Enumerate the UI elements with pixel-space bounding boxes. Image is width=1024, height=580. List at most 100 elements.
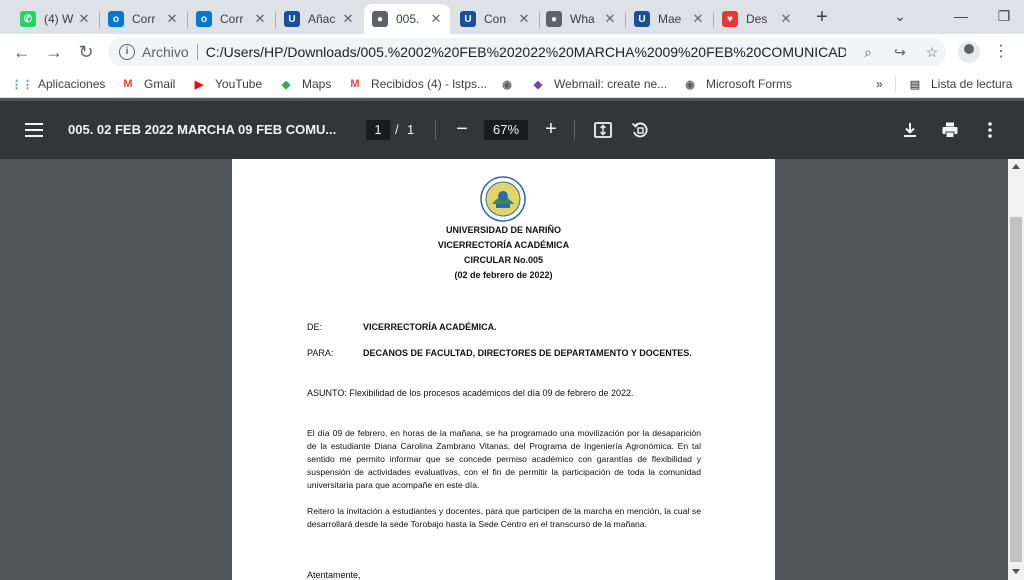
bookmark-label: Gmail <box>144 77 176 91</box>
bookmark-item[interactable]: ▶ YouTube <box>191 76 262 92</box>
fit-to-page-icon[interactable] <box>593 120 613 140</box>
tab-strip: ✆ (4) W ✕ o Corr ✕ o Corr ✕ U Añac ✕ ● 005. ✕ U Con ✕ ● Wha… <box>0 0 1024 34</box>
menu-icon[interactable] <box>25 123 43 137</box>
profile-avatar[interactable] <box>958 41 980 63</box>
pdf-toolbar: 005. 02 FEB 2022 MARCHA 09 FEB COMU... 1… <box>0 101 1024 159</box>
address-bar[interactable]: i Archivo C:/Users/HP/Downloads/005.%200… <box>108 38 946 66</box>
tab-label: (4) W <box>44 12 74 26</box>
bookmark-item[interactable]: ⋮⋮ Aplicaciones <box>11 76 106 92</box>
bookmark-item[interactable]: M Recibidos (4) - lstps... <box>347 76 487 92</box>
doc-department: VICERRECTORÍA ACADÉMICA <box>437 240 570 250</box>
tab-close-icon[interactable]: ✕ <box>76 11 92 27</box>
reading-list-button[interactable]: ▤ Lista de lectura <box>907 76 1013 92</box>
doc-circular-number: CIRCULAR No.005 <box>463 255 543 265</box>
bookmark-item[interactable]: ◆ Webmail: create ne... <box>530 76 667 92</box>
scrollbar-thumb[interactable] <box>1010 217 1022 562</box>
reading-list-icon: ▤ <box>909 78 921 91</box>
browser-tab[interactable]: U Con ✕ <box>452 4 538 34</box>
bookmark-star-icon[interactable]: ☆ <box>922 44 942 60</box>
page-number-input[interactable]: 1 <box>366 120 390 140</box>
toolbar-divider <box>435 120 436 140</box>
address-url[interactable]: C:/Users/HP/Downloads/005.%2002%20FEB%20… <box>206 44 846 60</box>
udenar-icon: U <box>460 11 476 27</box>
bookmarks-divider <box>895 76 896 92</box>
new-tab-button[interactable]: + <box>810 6 834 30</box>
tab-label: Des <box>746 12 768 26</box>
restore-button[interactable]: ❐ <box>984 0 1024 34</box>
back-button[interactable]: ← <box>10 40 34 64</box>
minimize-button[interactable]: — <box>938 0 984 34</box>
zoom-in-button[interactable]: + <box>540 118 562 140</box>
tab-label: Con <box>484 12 507 26</box>
tab-close-icon[interactable]: ✕ <box>252 11 268 27</box>
browser-tab[interactable]: U Añac ✕ <box>276 4 362 34</box>
outlook-icon: o <box>196 11 212 27</box>
globe-icon: ● <box>372 11 388 27</box>
tab-close-icon[interactable]: ✕ <box>516 11 532 27</box>
globe-icon: ● <box>546 11 562 27</box>
tab-label: Wha <box>570 12 595 26</box>
bookmark-label: Maps <box>302 77 332 91</box>
tab-close-icon[interactable]: ✕ <box>690 11 706 27</box>
reading-list-label: Lista de lectura <box>931 77 1013 91</box>
more-options-icon[interactable] <box>980 120 1000 140</box>
outlook-icon: o <box>108 11 124 27</box>
zoom-out-button[interactable]: − <box>451 118 473 140</box>
print-icon[interactable] <box>940 120 960 140</box>
download-icon[interactable] <box>900 120 920 140</box>
browser-tab[interactable]: U Mae ✕ <box>626 4 712 34</box>
share-icon[interactable]: ↪ <box>890 44 910 60</box>
gmail-icon: M <box>350 78 360 90</box>
forward-button[interactable]: → <box>42 40 66 64</box>
browser-tab[interactable]: ♥ Des ✕ <box>714 4 800 34</box>
pdf-viewer[interactable]: UNIVERSIDAD DE NARIÑO VICERRECTORÍA ACAD… <box>0 159 1008 580</box>
pdf-page: UNIVERSIDAD DE NARIÑO VICERRECTORÍA ACAD… <box>232 159 775 580</box>
bookmark-label: Microsoft Forms <box>706 77 793 91</box>
bookmark-item[interactable]: ◉ <box>499 76 523 92</box>
maps-icon: ◆ <box>281 78 291 91</box>
browser-toolbar: ← → ↻ i Archivo C:/Users/HP/Downloads/00… <box>0 34 1024 70</box>
tab-search-button[interactable]: ⌄ <box>877 0 923 34</box>
bookmark-item[interactable]: ◆ Maps <box>278 76 332 92</box>
reload-button[interactable]: ↻ <box>74 40 98 64</box>
body-paragraph-1: El día 09 de febrero, en horas de la mañ… <box>307 428 701 490</box>
tab-label: 005. <box>396 12 420 26</box>
bookmark-label: Webmail: create ne... <box>554 77 668 91</box>
to-label: PARA: <box>307 348 334 358</box>
bookmark-label: Aplicaciones <box>38 77 106 91</box>
bookmark-item[interactable]: M Gmail <box>120 76 175 92</box>
gmail-icon: M <box>123 78 133 90</box>
info-icon[interactable]: i <box>119 44 135 60</box>
tab-close-icon[interactable]: ✕ <box>778 11 794 27</box>
browser-tab[interactable]: o Corr ✕ <box>188 4 274 34</box>
udenar-icon: U <box>634 11 650 27</box>
browser-tab[interactable]: o Corr ✕ <box>100 4 186 34</box>
webmail-icon: ◆ <box>533 78 543 91</box>
scroll-up-arrow[interactable] <box>1012 164 1020 169</box>
page-separator: / <box>395 122 399 137</box>
scroll-down-arrow[interactable] <box>1012 569 1020 574</box>
whatsapp-icon: ✆ <box>20 11 36 27</box>
zoom-icon[interactable]: ⌕ <box>858 44 878 60</box>
bookmark-item[interactable]: ◉ Microsoft Forms <box>682 76 792 92</box>
browser-menu-icon[interactable]: ⋮ <box>993 42 1009 62</box>
bookmarks-overflow-button[interactable]: » <box>876 76 883 92</box>
tab-close-icon[interactable]: ✕ <box>340 11 356 27</box>
heart-icon: ♥ <box>722 11 738 27</box>
tab-label: Corr <box>132 12 156 26</box>
tab-close-icon[interactable]: ✕ <box>428 11 444 27</box>
from-label: DE: <box>307 322 323 332</box>
rotate-icon[interactable] <box>630 120 650 140</box>
browser-tab[interactable]: ● Wha ✕ <box>538 4 624 34</box>
subject-line: ASUNTO: Flexibilidad de los procesos aca… <box>307 388 634 398</box>
globe-icon: ◉ <box>685 78 695 91</box>
closing-line: Atentamente, <box>307 570 361 580</box>
tab-label: Mae <box>658 12 682 26</box>
browser-tab[interactable]: ✆ (4) W ✕ <box>12 4 98 34</box>
browser-tab[interactable]: ● 005. ✕ <box>364 4 450 34</box>
bookmark-label: YouTube <box>215 77 263 91</box>
tab-close-icon[interactable]: ✕ <box>602 11 618 27</box>
vertical-scrollbar[interactable] <box>1008 159 1024 580</box>
zoom-level-input[interactable]: 67% <box>484 120 528 140</box>
tab-close-icon[interactable]: ✕ <box>164 11 180 27</box>
